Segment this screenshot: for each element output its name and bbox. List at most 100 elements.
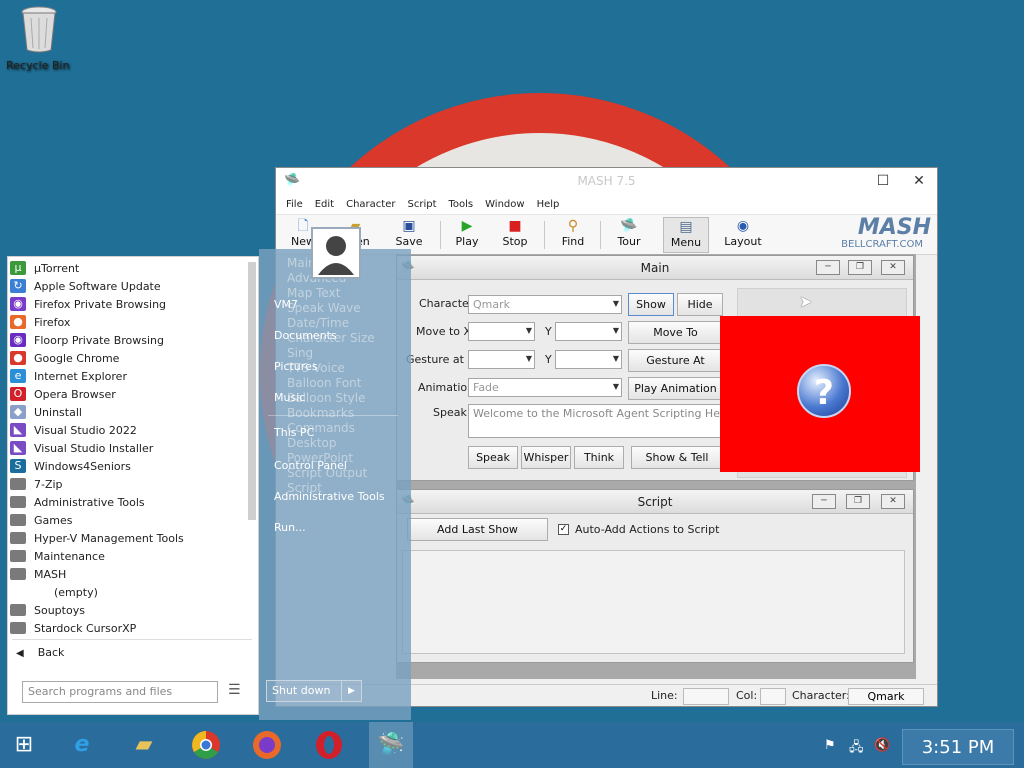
- script-child-window[interactable]: 🛸 Script ─ ❐ ✕ Add Last Show ✓ Auto-Add …: [396, 489, 914, 663]
- menu-button[interactable]: ▤ Menu: [663, 217, 709, 253]
- move-x-combo[interactable]: ▼: [468, 322, 535, 341]
- program-item[interactable]: e Internet Explorer: [10, 367, 245, 385]
- maximize-button[interactable]: ☐: [866, 168, 900, 195]
- program-item[interactable]: Maintenance: [10, 547, 245, 565]
- menu-tools[interactable]: Tools: [449, 199, 474, 210]
- think-button[interactable]: Think: [574, 446, 624, 469]
- program-item[interactable]: Administrative Tools: [10, 493, 245, 511]
- file-explorer-taskbar-icon[interactable]: ▰: [122, 722, 166, 768]
- program-item[interactable]: ◣ Visual Studio 2022: [10, 421, 245, 439]
- restore-button[interactable]: ❐: [846, 494, 870, 509]
- tour-button[interactable]: 🛸 Tour: [606, 217, 652, 253]
- behind-menu-item: Date/Time: [287, 316, 350, 330]
- mash-titlebar[interactable]: 🛸 MASH 7.5 ☐ ✕: [276, 168, 937, 195]
- start-right-music[interactable]: Music: [274, 391, 305, 404]
- search-input[interactable]: Search programs and files: [22, 681, 218, 703]
- program-item[interactable]: ↻ Apple Software Update: [10, 277, 245, 295]
- gesture-at-button[interactable]: Gesture At: [628, 349, 723, 372]
- close-button[interactable]: ✕: [881, 494, 905, 509]
- menu-character[interactable]: Character: [346, 199, 395, 210]
- recycle-bin[interactable]: Recycle Bin: [6, 4, 72, 72]
- start-button[interactable]: ⊞: [2, 722, 46, 768]
- flag-icon[interactable]: ⚑: [824, 738, 836, 753]
- auto-add-checkbox[interactable]: ✓: [558, 524, 569, 535]
- taskbar-clock[interactable]: 3:51 PM: [902, 729, 1014, 765]
- main-child-titlebar[interactable]: 🛸 Main ─ ❐ ✕: [397, 256, 913, 280]
- minimize-button[interactable]: ─: [816, 260, 840, 275]
- shutdown-button[interactable]: Shut down ▶: [266, 680, 362, 702]
- program-item[interactable]: S Windows4Seniors: [10, 457, 245, 475]
- menu-script[interactable]: Script: [407, 199, 436, 210]
- firefox-taskbar-icon[interactable]: [245, 722, 289, 768]
- character-combo[interactable]: Qmark ▼: [468, 295, 622, 314]
- program-label: Google Chrome: [34, 351, 120, 365]
- start-right-this-pc[interactable]: This PC: [274, 426, 314, 439]
- save-button[interactable]: ▣ Save: [386, 217, 432, 253]
- search-options-icon[interactable]: ☰: [228, 682, 241, 698]
- program-item[interactable]: ◉ Floorp Private Browsing: [10, 331, 245, 349]
- chrome-taskbar-icon[interactable]: [184, 722, 228, 768]
- close-button[interactable]: ✕: [902, 168, 936, 195]
- menu-file[interactable]: File: [286, 199, 303, 210]
- move-to-button[interactable]: Move To: [628, 321, 723, 344]
- play-button[interactable]: ▶ Play: [444, 217, 490, 253]
- script-child-titlebar[interactable]: 🛸 Script ─ ❐ ✕: [397, 490, 913, 514]
- shutdown-arrow-icon[interactable]: ▶: [341, 681, 361, 701]
- program-item[interactable]: µ µTorrent: [10, 259, 245, 277]
- menu-window[interactable]: Window: [485, 199, 524, 210]
- user-avatar[interactable]: [311, 227, 361, 279]
- qmark-character-icon[interactable]: ?: [797, 364, 851, 418]
- ie-taskbar-icon[interactable]: e: [60, 722, 104, 768]
- menu-help[interactable]: Help: [537, 199, 560, 210]
- program-item[interactable]: O Opera Browser: [10, 385, 245, 403]
- gesture-y-combo[interactable]: ▼: [555, 350, 622, 369]
- network-icon[interactable]: 🖧: [849, 738, 864, 760]
- program-item[interactable]: ◆ Uninstall: [10, 403, 245, 421]
- animation-combo[interactable]: Fade ▼: [468, 378, 622, 397]
- show-tell-button[interactable]: Show & Tell: [631, 446, 723, 469]
- close-button[interactable]: ✕: [881, 260, 905, 275]
- program-label: Stardock CursorXP: [34, 621, 137, 635]
- volume-muted-icon[interactable]: 🔇: [874, 738, 890, 753]
- program-item[interactable]: Souptoys: [10, 601, 245, 619]
- gesture-x-combo[interactable]: ▼: [468, 350, 535, 369]
- status-col-value: [760, 688, 786, 705]
- stop-button[interactable]: ■ Stop: [492, 217, 538, 253]
- move-y-combo[interactable]: ▼: [555, 322, 622, 341]
- restore-button[interactable]: ❐: [848, 260, 872, 275]
- folder-icon: [10, 604, 26, 616]
- mash-taskbar-icon[interactable]: 🛸: [369, 722, 413, 768]
- play-animation-button[interactable]: Play Animation: [628, 377, 723, 400]
- program-item[interactable]: ● Firefox: [10, 313, 245, 331]
- program-label: Games: [34, 513, 73, 527]
- speak-text-field[interactable]: Welcome to the Microsoft Agent Scripting…: [468, 404, 726, 438]
- program-item[interactable]: Hyper-V Management Tools: [10, 529, 245, 547]
- start-right-documents[interactable]: Documents: [274, 329, 337, 342]
- speak-button[interactable]: Speak: [468, 446, 518, 469]
- programs-scrollbar[interactable]: [248, 262, 256, 520]
- find-button[interactable]: ⚲ Find: [550, 217, 596, 253]
- start-right-admin-tools[interactable]: Administrative Tools: [274, 490, 385, 503]
- start-right-run[interactable]: Run...: [274, 521, 306, 534]
- whisper-button[interactable]: Whisper: [521, 446, 571, 469]
- add-last-show-button[interactable]: Add Last Show: [407, 518, 548, 541]
- show-button[interactable]: Show: [628, 293, 674, 316]
- minimize-button[interactable]: ─: [812, 494, 836, 509]
- start-right-control-panel[interactable]: Control Panel: [274, 459, 347, 472]
- program-item[interactable]: ◉ Firefox Private Browsing: [10, 295, 245, 313]
- program-item[interactable]: ◣ Visual Studio Installer: [10, 439, 245, 457]
- program-item[interactable]: ● Google Chrome: [10, 349, 245, 367]
- script-editor[interactable]: [402, 550, 905, 654]
- program-item[interactable]: Games: [10, 511, 245, 529]
- program-item[interactable]: MASH: [10, 565, 245, 583]
- start-right-pictures[interactable]: Pictures: [274, 360, 318, 373]
- hide-button[interactable]: Hide: [677, 293, 723, 316]
- program-item[interactable]: Stardock CursorXP: [10, 619, 245, 637]
- back-button[interactable]: ◀ Back: [16, 646, 64, 659]
- opera-taskbar-icon[interactable]: [307, 722, 351, 768]
- menu-edit[interactable]: Edit: [315, 199, 334, 210]
- program-item[interactable]: 7-Zip: [10, 475, 245, 493]
- layout-button[interactable]: ◉ Layout: [720, 217, 766, 253]
- start-right-vm7[interactable]: VM7: [274, 298, 298, 311]
- program-item[interactable]: (empty): [10, 583, 245, 601]
